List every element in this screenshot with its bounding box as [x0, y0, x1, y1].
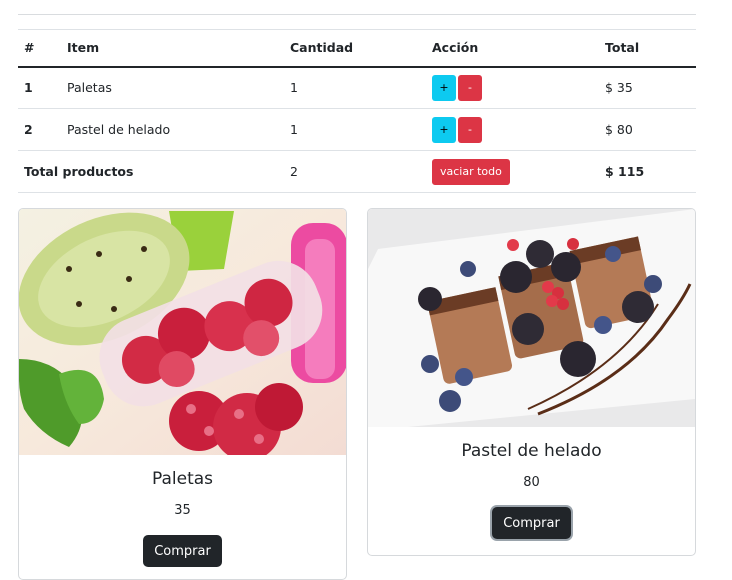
- product-card-paletas: Paletas 35 Comprar: [18, 208, 347, 580]
- row-quantity: 1: [290, 80, 298, 96]
- popsicles-image: [19, 209, 346, 455]
- decrease-button[interactable]: -: [458, 116, 482, 143]
- product-title: Pastel de helado: [461, 441, 602, 461]
- increase-button[interactable]: +: [432, 74, 456, 101]
- table-row: 1 Paletas 1 + - $ 35: [18, 67, 696, 109]
- total-products-label: Total productos: [24, 164, 134, 179]
- increase-button[interactable]: +: [432, 116, 456, 143]
- cart-table: # Item Cantidad Acción Total 1 Paletas 1…: [18, 29, 696, 193]
- product-price: 35: [174, 503, 191, 518]
- header-number: #: [24, 40, 35, 56]
- grand-total: $ 115: [605, 164, 645, 179]
- header-item: Item: [67, 40, 100, 56]
- row-item: Paletas: [67, 80, 112, 96]
- table-footer-row: Total productos 2 vaciar todo $ 115: [18, 151, 696, 193]
- clear-cell: vaciar todo: [426, 151, 599, 193]
- decrease-button[interactable]: -: [458, 74, 482, 101]
- product-price: 80: [523, 475, 540, 490]
- table-header-row: # Item Cantidad Acción Total: [18, 29, 696, 67]
- product-card-pastel-de-helado: Pastel de helado 80 Comprar: [367, 208, 696, 556]
- clear-all-button[interactable]: vaciar todo: [432, 158, 510, 185]
- ice-cream-cake-image: [368, 209, 695, 427]
- row-quantity: 1: [290, 122, 298, 137]
- total-quantity: 2: [290, 164, 298, 179]
- product-title: Paletas: [151, 469, 214, 489]
- buy-button[interactable]: Comprar: [143, 535, 222, 567]
- row-actions: + -: [426, 67, 599, 109]
- row-total: $ 35: [605, 80, 633, 96]
- top-divider: [18, 14, 696, 15]
- row-total: $ 80: [605, 122, 633, 137]
- table-row: 2 Pastel de helado 1 + - $ 80: [18, 109, 696, 151]
- header-total: Total: [605, 40, 640, 56]
- row-number: 1: [24, 80, 33, 96]
- row-actions: + -: [426, 109, 599, 151]
- row-number: 2: [24, 122, 33, 137]
- header-action: Acción: [432, 40, 479, 56]
- header-quantity: Cantidad: [290, 40, 354, 56]
- row-item: Pastel de helado: [67, 122, 171, 137]
- buy-button[interactable]: Comprar: [492, 507, 571, 539]
